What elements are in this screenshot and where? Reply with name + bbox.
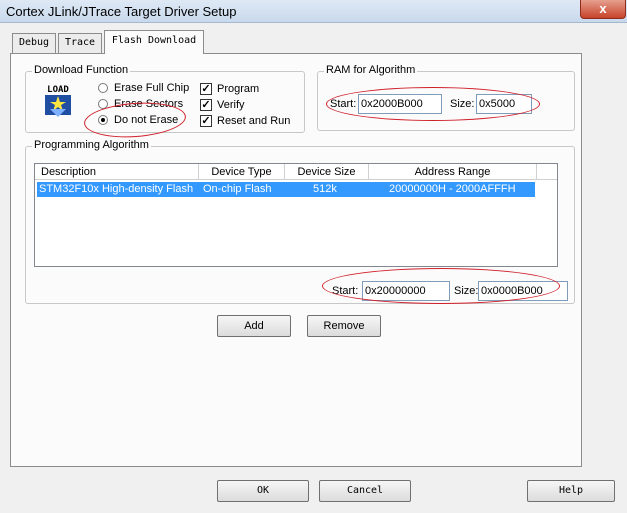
radio-indicator-selected [98, 115, 108, 125]
check-icon: ✓ [200, 83, 212, 95]
ram-start-label: Start: [330, 98, 357, 110]
load-icon: LOAD [45, 85, 71, 117]
checkbox-verify-label: Verify [217, 99, 245, 111]
ram-start-field[interactable]: 0x2000B000 [358, 94, 442, 114]
radio-erase-sectors-label: Erase Sectors [114, 98, 184, 110]
checkbox-reset-and-run[interactable]: ✓ Reset and Run [200, 115, 310, 129]
cancel-button[interactable]: Cancel [319, 480, 411, 502]
radio-do-not-erase-label: Do not Erase [114, 114, 179, 126]
algorithm-list[interactable]: Description Device Type Device Size Addr… [34, 163, 558, 267]
column-header-address-range[interactable]: Address Range [369, 164, 537, 180]
check-icon: ✓ [200, 115, 212, 127]
cell-device-size: 512k [313, 183, 337, 195]
tab-trace-label: Trace [64, 37, 96, 48]
checkbox-reset-and-run-label: Reset and Run [217, 115, 291, 127]
ram-size-label: Size: [450, 98, 475, 110]
check-icon: ✓ [200, 99, 212, 111]
tab-debug[interactable]: Debug [12, 33, 56, 53]
flash-size-field[interactable]: 0x0000B000 [478, 281, 568, 301]
column-header-filler [537, 164, 557, 180]
flash-start-label: Start: [332, 285, 359, 297]
remove-button[interactable]: Remove [307, 315, 381, 337]
download-function-group: Download Function LOAD Erase Full Chip E… [25, 64, 305, 133]
column-header-device-type[interactable]: Device Type [199, 164, 285, 180]
column-header-device-size[interactable]: Device Size [285, 164, 369, 180]
tab-trace[interactable]: Trace [58, 33, 102, 53]
checkbox-program-label: Program [217, 83, 260, 95]
radio-indicator [98, 99, 108, 109]
column-header-description[interactable]: Description [35, 164, 199, 180]
window-title: Cortex JLink/JTrace Target Driver Setup [6, 4, 237, 19]
title-bar[interactable]: Cortex JLink/JTrace Target Driver Setup … [0, 0, 627, 23]
help-button[interactable]: Help [527, 480, 615, 502]
dialog-window: Cortex JLink/JTrace Target Driver Setup … [0, 0, 627, 513]
tab-flash-download[interactable]: Flash Download [104, 30, 204, 54]
load-icon-text: LOAD [47, 85, 69, 95]
cell-address-range: 20000000H - 2000AFFFH [389, 183, 516, 195]
flash-download-panel: Download Function LOAD Erase Full Chip E… [10, 53, 582, 467]
flash-start-field[interactable]: 0x20000000 [362, 281, 450, 301]
ram-size-field[interactable]: 0x5000 [476, 94, 532, 114]
radio-indicator [98, 83, 108, 93]
radio-erase-full-chip-label: Erase Full Chip [114, 82, 190, 94]
checkbox-verify[interactable]: ✓ Verify [200, 99, 310, 113]
cell-description: STM32F10x High-density Flash [39, 183, 194, 195]
flash-size-label: Size: [454, 285, 479, 297]
programming-algorithm-label: Programming Algorithm [32, 139, 151, 151]
cell-device-type: On-chip Flash [203, 183, 272, 195]
tab-debug-label: Debug [18, 37, 50, 48]
add-button[interactable]: Add [217, 315, 291, 337]
tab-flash-download-label: Flash Download [111, 35, 197, 46]
checkbox-program[interactable]: ✓ Program [200, 83, 310, 97]
ram-for-algorithm-label: RAM for Algorithm [324, 64, 418, 76]
programming-algorithm-group: Programming Algorithm Description Device… [25, 139, 575, 304]
close-icon: x [599, 1, 607, 16]
close-button[interactable]: x [580, 0, 626, 19]
ram-for-algorithm-group: RAM for Algorithm Start: 0x2000B000 Size… [317, 64, 575, 131]
table-row[interactable]: STM32F10x High-density Flash On-chip Fla… [37, 182, 535, 197]
ok-button[interactable]: OK [217, 480, 309, 502]
download-function-label: Download Function [32, 64, 131, 76]
